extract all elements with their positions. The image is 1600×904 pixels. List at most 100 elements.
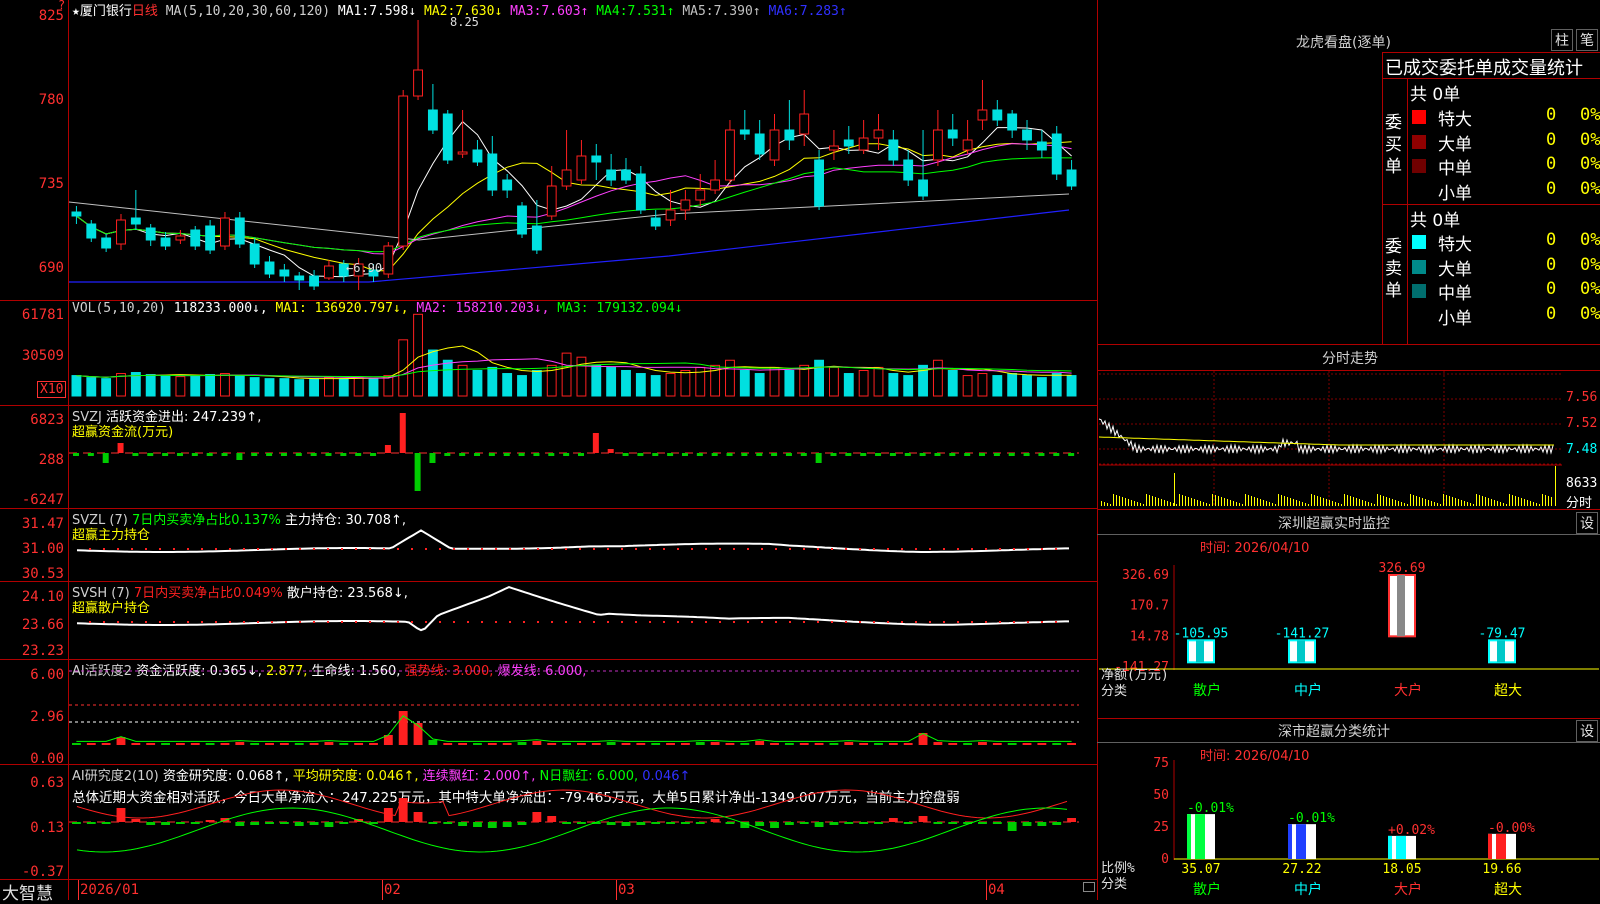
- buy-row-n: 0: [1546, 129, 1557, 150]
- szmon-value-label: -141.27: [1275, 626, 1330, 641]
- svzl-svg-tick: [943, 548, 945, 550]
- ma6-line: [69, 209, 1070, 283]
- intraday-vol-bar: [1140, 503, 1141, 506]
- svsh-svg-tick: [887, 621, 889, 623]
- low-price-label: ←6.90: [346, 261, 383, 275]
- intraday-vol-bar: [1122, 497, 1123, 506]
- activity-bar: [146, 743, 156, 745]
- intraday-vol-bar: [1131, 500, 1132, 506]
- intraday-vol-bar: [1104, 502, 1105, 506]
- flow-bar: [474, 453, 481, 456]
- dragon-header: 已成交委托单成交量统计: [1385, 58, 1583, 79]
- szmon-bar-stripe: [1196, 640, 1204, 663]
- flow-bar: [1068, 453, 1075, 456]
- svzl-svg-tick: [957, 548, 959, 550]
- research-bar: [725, 822, 735, 824]
- intraday-vol-bar: [1113, 494, 1114, 506]
- intraday-vol-bar: [1329, 500, 1330, 506]
- volume-bar: [665, 373, 676, 397]
- sz-stats-settings-button[interactable]: 设: [1576, 720, 1598, 742]
- sell-side-label: 委卖单: [1385, 237, 1402, 301]
- sz-stats-bar-chart: 75 50 25 0 比例%分类 -0.01% 35.07 散户 -0.01% 27.22 中户 +0…: [1101, 756, 1599, 898]
- intraday-bottom-line: [1097, 509, 1600, 510]
- flow-bar: [340, 453, 347, 456]
- activity-bar: [369, 743, 378, 745]
- candle-body: [427, 109, 438, 131]
- tick-mode-button[interactable]: 笔: [1576, 29, 1598, 51]
- svsh-svg-tick: [901, 621, 903, 623]
- activity-bar: [339, 743, 349, 745]
- svzl-svg-tick: [159, 548, 161, 550]
- intraday-vol-bar: [1305, 503, 1306, 506]
- intraday-vol-bar: [1197, 500, 1198, 506]
- intraday-chart[interactable]: [1098, 371, 1599, 509]
- sell-row-p: 0%: [1580, 279, 1600, 299]
- intraday-vol-bar: [1242, 504, 1243, 506]
- activity-bar: [265, 743, 274, 745]
- intraday-vol-bar: [1269, 502, 1270, 506]
- research-bar: [680, 822, 690, 824]
- flow-bar: [607, 449, 614, 453]
- candle-body: [932, 129, 943, 161]
- activity-bar: [844, 742, 854, 745]
- sell-row-name: 小单: [1438, 308, 1472, 329]
- szmon-bar-stripe: [1397, 575, 1405, 637]
- svzl-svg-tick: [971, 548, 973, 550]
- svzl-svg-tick: [817, 548, 819, 550]
- volume-bar: [442, 359, 453, 397]
- candle-body: [86, 223, 97, 239]
- candle-body: [561, 169, 572, 187]
- kline-y-780: 780: [38, 92, 64, 108]
- flow-bar: [919, 453, 926, 456]
- intraday-vol-bar: [1245, 494, 1246, 506]
- szstat-change-label: +0.02%: [1388, 823, 1435, 838]
- sell-row-swatch: [1412, 259, 1426, 274]
- lock-icon[interactable]: [1083, 882, 1095, 892]
- volume-bar: [739, 369, 750, 397]
- svsh-line-chart: [76, 586, 1069, 632]
- svzl-svg-tick: [341, 548, 343, 550]
- volume-bar: [413, 313, 423, 397]
- intraday-vol-bar: [1158, 498, 1159, 506]
- svsh-svg-tick: [411, 621, 413, 623]
- svsh-svg-tick: [957, 621, 959, 623]
- kline-y-825: 825: [38, 8, 64, 24]
- volume-bar: [635, 373, 646, 397]
- candlestick-chart[interactable]: [68, 14, 1097, 300]
- volume-bar: [472, 369, 483, 397]
- svsh-svg-tick: [747, 621, 749, 623]
- intraday-vol-bar: [1536, 503, 1537, 506]
- szstat-change-label: -0.01%: [1187, 801, 1234, 816]
- sz-monitor-bar-chart: 326.69 170.7 14.78 -141.27 净额(万元)分类 -105.95 散户…: [1099, 561, 1599, 699]
- research-bar: [309, 822, 319, 825]
- intraday-vol-bar: [1356, 498, 1357, 506]
- intraday-vol-bar: [1458, 499, 1459, 506]
- research-bar: [651, 822, 661, 824]
- flow-bar: [280, 453, 287, 456]
- szmon-y-label: 326.69: [1122, 568, 1169, 583]
- candle-body: [784, 129, 795, 141]
- research-bar: [190, 822, 200, 824]
- intraday-vol-bar: [1302, 502, 1303, 506]
- main-right-divider: [1097, 0, 1098, 900]
- intraday-vol-bar: [1443, 494, 1444, 506]
- intraday-vol-bar: [1173, 503, 1174, 506]
- sell-row-swatch: [1412, 284, 1426, 298]
- sz-monitor-settings-button[interactable]: 设: [1576, 512, 1598, 534]
- szstat-bar-stripe: [1396, 835, 1406, 859]
- intraday-vol-bar: [1500, 502, 1501, 506]
- svzl-svg-tick: [467, 548, 469, 550]
- intraday-vol-bar: [1332, 501, 1333, 506]
- candle-body: [472, 149, 483, 163]
- svzl-svg-tick: [929, 548, 931, 550]
- volume-bar: [487, 366, 498, 397]
- intraday-vol-bar: [1509, 494, 1510, 506]
- research-bar: [784, 822, 794, 825]
- svsh-svg-tick: [355, 621, 357, 623]
- svzl-svg-tick: [579, 548, 581, 550]
- sell-row-swatch: [1412, 308, 1426, 323]
- svzl-y-top: 31.47: [21, 516, 64, 532]
- intraday-vol-bar: [1545, 495, 1546, 506]
- bar-mode-button[interactable]: 柱: [1551, 29, 1573, 51]
- svsh-svg-tick: [761, 621, 763, 623]
